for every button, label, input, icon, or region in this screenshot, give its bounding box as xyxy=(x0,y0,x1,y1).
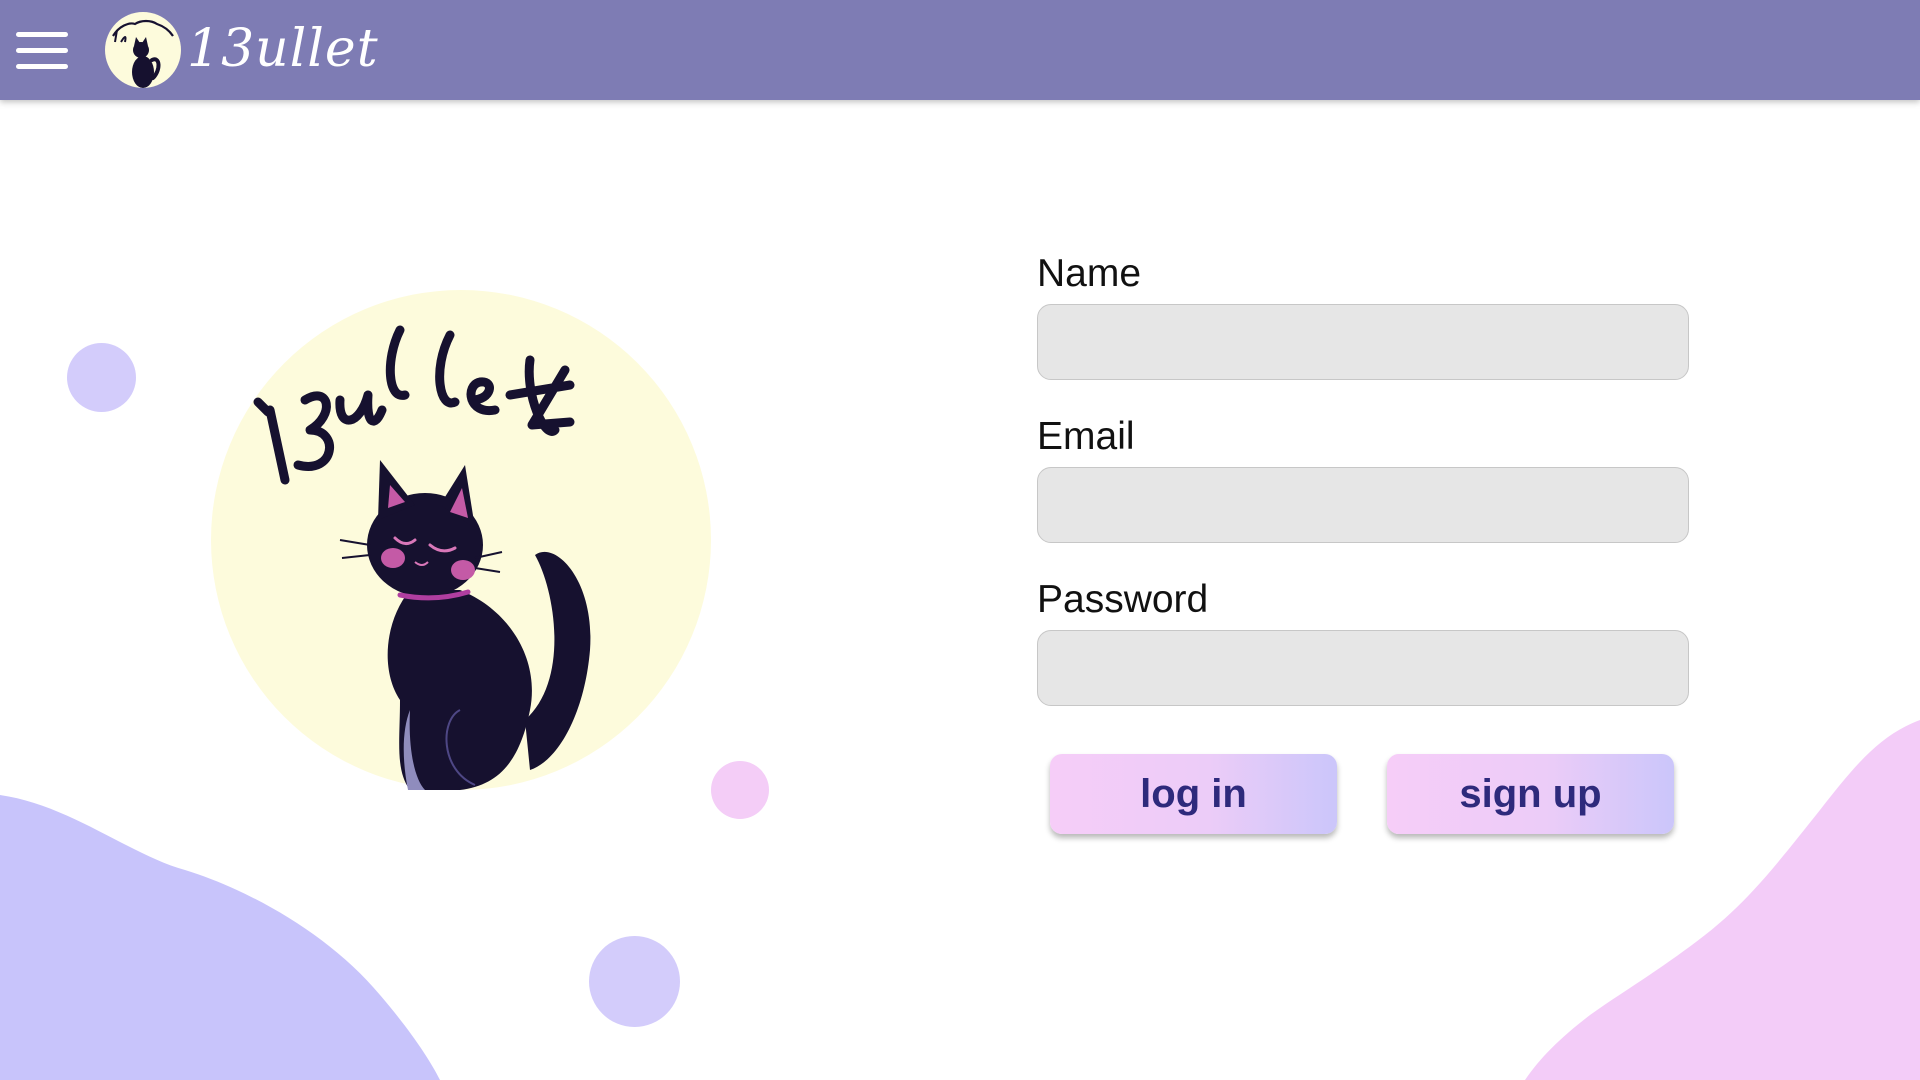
name-input[interactable] xyxy=(1037,304,1689,380)
email-input[interactable] xyxy=(1037,467,1689,543)
cat-logo-icon xyxy=(112,19,174,88)
password-input[interactable] xyxy=(1037,630,1689,706)
login-button[interactable]: log in xyxy=(1050,754,1337,834)
hamburger-menu-icon[interactable] xyxy=(16,32,68,70)
name-field-group: Name xyxy=(1037,246,1689,409)
decorative-circle xyxy=(589,936,680,1027)
decorative-circle xyxy=(67,343,136,412)
top-navigation-bar: 13ullet xyxy=(0,0,1920,100)
brand-logo-large xyxy=(211,290,711,790)
name-label: Name xyxy=(1037,252,1142,295)
signup-button[interactable]: sign up xyxy=(1387,754,1674,834)
password-field-group: Password xyxy=(1037,572,1689,735)
password-label: Password xyxy=(1037,578,1209,621)
lavender-wave-blob xyxy=(0,795,440,1080)
auth-form: Name Email Password xyxy=(1037,246,1689,735)
brand-logo[interactable] xyxy=(105,12,181,88)
email-field-group: Email xyxy=(1037,409,1689,572)
email-label: Email xyxy=(1037,415,1135,458)
brand-wordmark[interactable]: 13ullet xyxy=(187,14,378,84)
decorative-circle xyxy=(711,761,769,819)
